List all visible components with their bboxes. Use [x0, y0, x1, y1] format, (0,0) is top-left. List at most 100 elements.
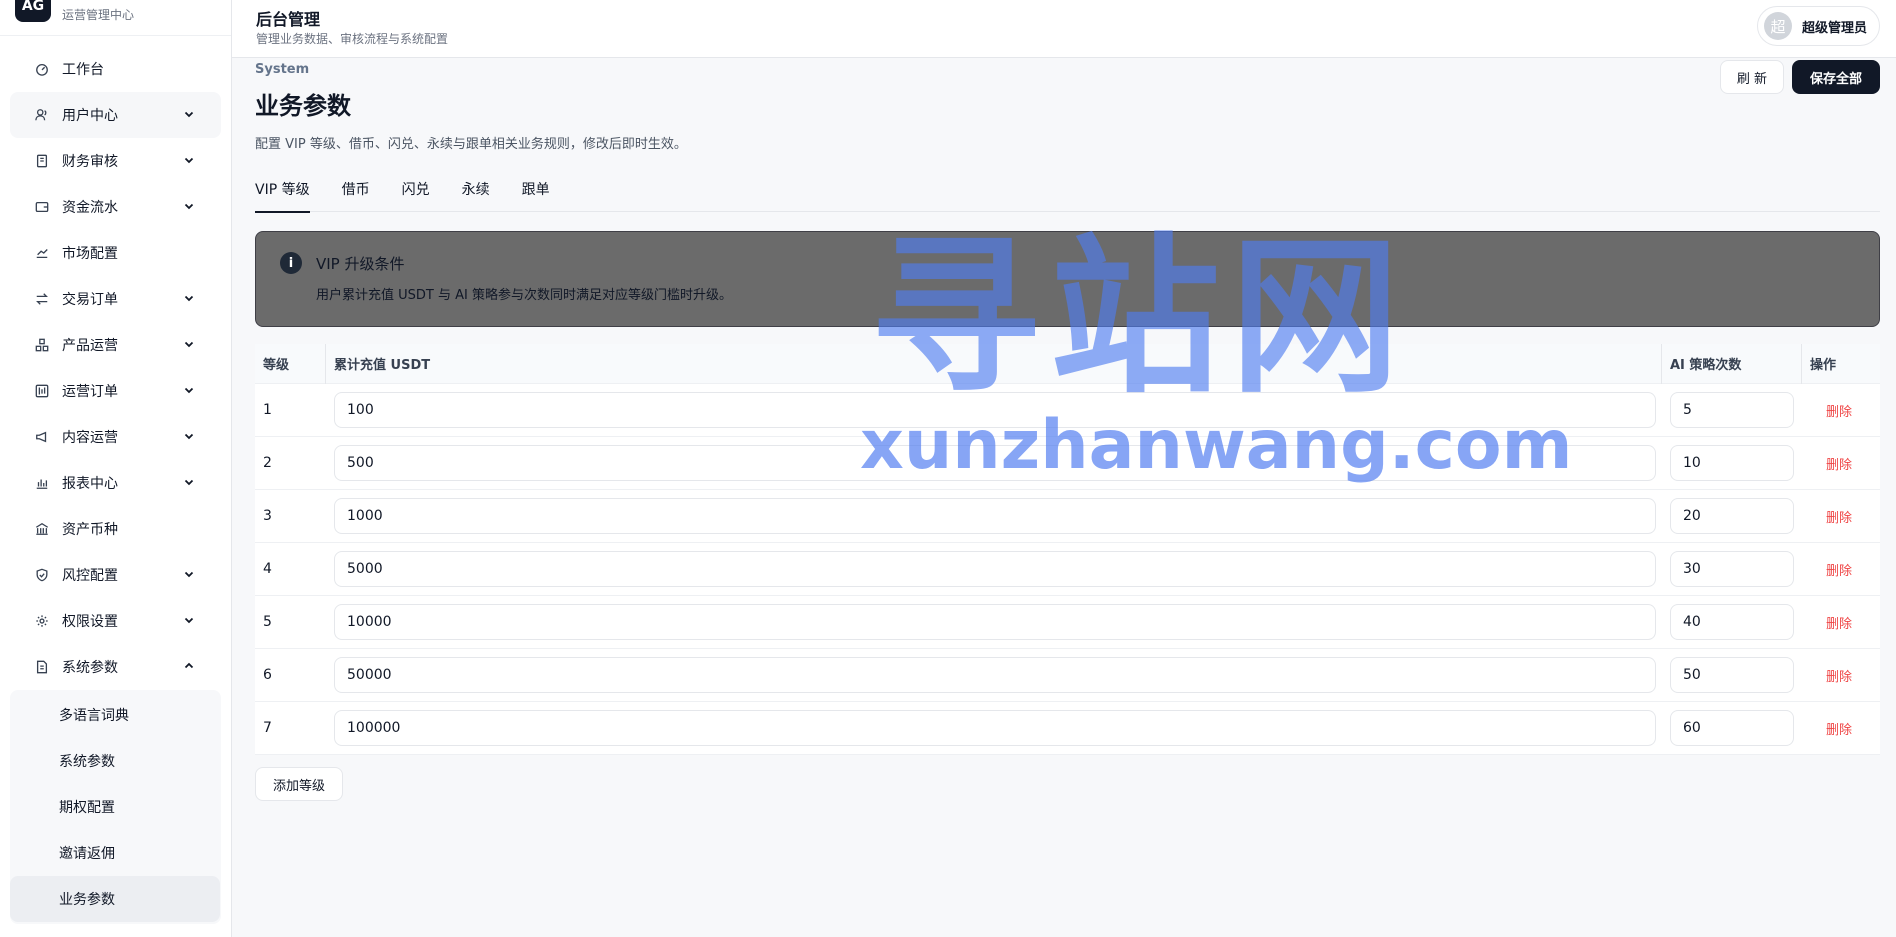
add-level-button[interactable]: 添加等级	[255, 767, 343, 801]
usdt-input[interactable]: 50000	[334, 657, 1656, 693]
sidebar-item-label: 内容运营	[62, 430, 118, 446]
sidebar-item[interactable]: 资产币种	[10, 506, 221, 552]
ai-count-input[interactable]: 20	[1670, 498, 1794, 534]
submenu-item[interactable]: 邀请返佣	[10, 830, 221, 876]
table-row: 1 100 5 删除	[255, 384, 1880, 437]
usdt-input[interactable]: 1000	[334, 498, 1656, 534]
chevron-up-icon[interactable]	[183, 660, 197, 674]
chevron-down-icon[interactable]	[183, 430, 197, 444]
submenu-item[interactable]: 业务参数	[10, 876, 220, 922]
column-header-level: 等级	[255, 343, 326, 384]
usdt-cell: 10000	[326, 596, 1662, 649]
usdt-cell: 1000	[326, 490, 1662, 543]
delete-button[interactable]: 删除	[1826, 401, 1852, 420]
column-header-action: 操作	[1810, 358, 1837, 373]
sidebar-item-label: 风控配置	[62, 568, 118, 584]
sidebar-item[interactable]: 内容运营	[10, 414, 221, 460]
sidebar-nav: 工作台用户中心财务审核资金流水市场配置 交易订单产品运营运营订单内容运营报表中心资…	[0, 36, 231, 690]
chevron-down-icon[interactable]	[183, 108, 197, 122]
shield-icon	[34, 567, 50, 583]
table-body: 1 100 5 删除 2 500 10 删除 3 1000 20 删除 4 5000 30 删除 5 10000 4…	[255, 384, 1880, 755]
chevron-down-icon[interactable]	[183, 384, 197, 398]
table-header: 等级 累计充值 USDT AI 策略次数 操作	[255, 343, 1880, 384]
ai-count-input[interactable]: 50	[1670, 657, 1794, 693]
sidebar-item[interactable]: 报表中心	[10, 460, 221, 506]
system-submenu: 多语言词典 系统参数 期权配置 邀请返佣 业务参数	[10, 690, 221, 924]
sidebar-item-label: 运营订单	[62, 384, 118, 400]
action-cell: 删除	[1802, 490, 1880, 543]
sidebar-item-label: 产品运营	[62, 338, 118, 354]
usdt-input[interactable]: 100000	[334, 710, 1656, 746]
ai-count-input[interactable]: 5	[1670, 392, 1794, 428]
info-icon: i	[280, 252, 302, 274]
ai-cell: 50	[1662, 649, 1802, 702]
tab[interactable]: VIP 等级	[255, 176, 310, 213]
ai-count-input[interactable]: 60	[1670, 710, 1794, 746]
sidebar-item[interactable]: 系统参数	[10, 644, 221, 690]
usdt-cell: 50000	[326, 649, 1662, 702]
ai-cell: 40	[1662, 596, 1802, 649]
ai-cell: 30	[1662, 543, 1802, 596]
submenu-item[interactable]: 系统参数	[10, 738, 221, 784]
level-cell: 2	[263, 455, 272, 471]
save-all-button[interactable]: 保存全部	[1792, 60, 1880, 94]
tab-bar: VIP 等级 借币 闪兑 永续 跟单	[255, 176, 1880, 213]
sidebar-item[interactable]: 风控配置	[10, 552, 221, 598]
sidebar-item-label: 用户中心	[62, 108, 118, 124]
sidebar-item[interactable]: 资金流水	[10, 184, 221, 230]
sidebar: AG 运营管理中心 工作台 用户中心 财务审核 资金流水 市场配置 交易订单 产品运营 运营订…	[0, 0, 232, 937]
chevron-down-icon[interactable]	[183, 200, 197, 214]
delete-button[interactable]: 删除	[1826, 613, 1852, 632]
sidebar-item[interactable]: 权限设置	[10, 598, 221, 644]
dashboard-icon	[34, 61, 50, 77]
submenu-item[interactable]: 多语言词典	[10, 692, 221, 738]
table-row: 5 10000 40 删除	[255, 596, 1880, 649]
sidebar-item-label: 资金流水	[62, 200, 118, 216]
sidebar-item[interactable]: 交易订单	[10, 276, 221, 322]
tab[interactable]: 永续	[462, 176, 490, 212]
delete-button[interactable]: 删除	[1826, 719, 1852, 738]
chevron-down-icon[interactable]	[183, 476, 197, 490]
chevron-down-icon[interactable]	[183, 614, 197, 628]
sidebar-item[interactable]: 工作台	[10, 46, 221, 92]
action-cell: 删除	[1802, 702, 1880, 755]
sidebar-item[interactable]: 用户中心	[10, 92, 221, 138]
chevron-down-icon[interactable]	[183, 568, 197, 582]
delete-button[interactable]: 删除	[1826, 666, 1852, 685]
delete-button[interactable]: 删除	[1826, 454, 1852, 473]
submenu-item[interactable]: 期权配置	[10, 784, 221, 830]
usdt-input[interactable]: 500	[334, 445, 1656, 481]
delete-button[interactable]: 删除	[1826, 507, 1852, 526]
user-menu[interactable]: 超 超级管理员	[1756, 6, 1880, 46]
user-name: 超级管理员	[1801, 20, 1867, 36]
info-alert: i VIP 升级条件 用户累计充值 USDT 与 AI 策略参与次数同时满足对应…	[255, 231, 1880, 327]
sidebar-item[interactable]: 运营订单	[10, 368, 221, 414]
usdt-cell: 100000	[326, 702, 1662, 755]
usdt-input[interactable]: 10000	[334, 604, 1656, 640]
delete-button[interactable]: 删除	[1826, 560, 1852, 579]
ai-cell: 10	[1662, 437, 1802, 490]
sidebar-item-label: 权限设置	[62, 614, 118, 630]
bank-icon	[34, 521, 50, 537]
action-cell: 删除	[1802, 649, 1880, 702]
ai-count-input[interactable]: 30	[1670, 551, 1794, 587]
ai-count-input[interactable]: 40	[1670, 604, 1794, 640]
sidebar-item[interactable]: 产品运营	[10, 322, 221, 368]
chevron-down-icon[interactable]	[183, 154, 197, 168]
sidebar-item[interactable]: 财务审核	[10, 138, 221, 184]
table-row: 2 500 10 删除	[255, 437, 1880, 490]
brand-logo[interactable]: AG	[15, 0, 51, 22]
level-cell: 3	[263, 508, 272, 524]
ai-cell: 20	[1662, 490, 1802, 543]
sidebar-item[interactable]: 市场配置	[10, 230, 221, 276]
chevron-down-icon[interactable]	[183, 292, 197, 306]
tab[interactable]: 借币	[342, 176, 370, 212]
tab[interactable]: 跟单	[522, 176, 550, 212]
refresh-button[interactable]: 刷 新	[1720, 60, 1784, 94]
ai-count-input[interactable]: 10	[1670, 445, 1794, 481]
usdt-input[interactable]: 100	[334, 392, 1656, 428]
chevron-down-icon[interactable]	[183, 338, 197, 352]
tab[interactable]: 闪兑	[402, 176, 430, 212]
avatar: 超	[1763, 12, 1792, 40]
usdt-input[interactable]: 5000	[334, 551, 1656, 587]
